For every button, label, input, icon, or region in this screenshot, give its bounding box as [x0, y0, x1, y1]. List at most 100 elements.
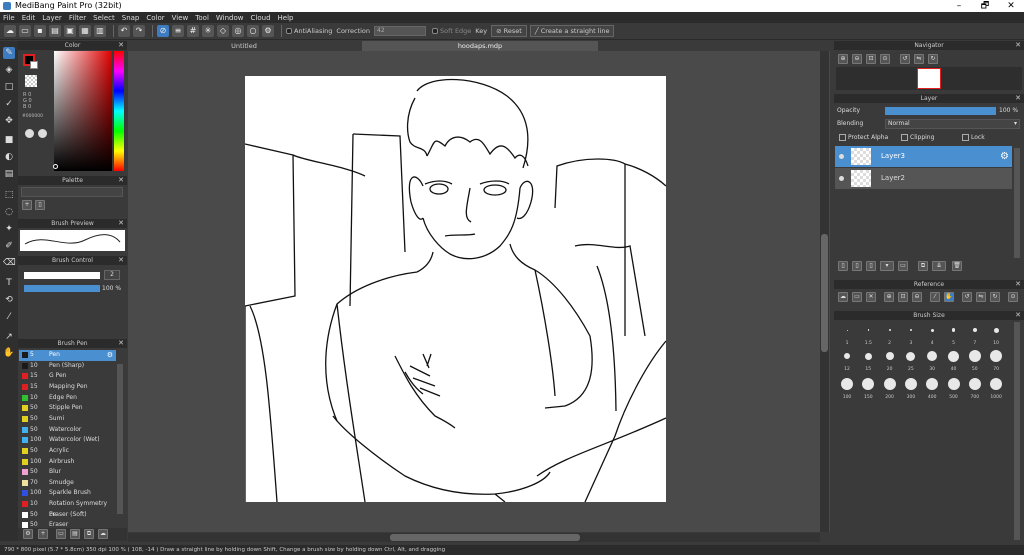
layer-opacity-slider[interactable] [885, 107, 996, 115]
cloud-icon[interactable]: ☁ [4, 25, 16, 37]
divide-tool-icon[interactable]: ⟲ [3, 294, 15, 306]
brush-size-dot[interactable] [885, 352, 894, 360]
menu-help[interactable]: Help [278, 14, 294, 22]
reference-eyedropper-icon[interactable]: ⁄ [930, 292, 940, 302]
hue-slider[interactable] [114, 51, 124, 171]
canvas-vertical-scroll-thumb[interactable] [821, 234, 828, 352]
close-icon[interactable]: ✕ [1015, 311, 1021, 320]
brush-item[interactable]: 70 Smudge [19, 478, 116, 489]
palette-add-icon[interactable]: + [22, 200, 32, 210]
brush-item[interactable]: 50 Blur [19, 467, 116, 478]
brush-add-icon[interactable]: + [38, 529, 48, 539]
text-tool-icon[interactable]: T [3, 277, 15, 289]
brush-opacity-slider[interactable] [24, 285, 100, 292]
magic-wand-icon[interactable]: ✦ [3, 223, 15, 235]
redo-icon[interactable]: ↷ [133, 25, 145, 37]
brush-cloud-icon[interactable]: ☁ [98, 529, 108, 539]
brush-size-dot[interactable] [990, 378, 1003, 390]
bucket-tool-icon[interactable]: ◐ [3, 151, 15, 163]
correction-select[interactable]: 42 [374, 26, 427, 36]
snap-parallel-icon[interactable]: ≡ [172, 25, 184, 37]
open-icon[interactable]: ▤ [49, 25, 61, 37]
reference-cloud-icon[interactable]: ☁ [838, 292, 848, 302]
zoom-in-icon[interactable]: ⊕ [838, 54, 848, 64]
snap-curve-icon[interactable]: ○ [247, 25, 259, 37]
brush-size-dot[interactable] [972, 328, 977, 332]
menu-view[interactable]: View [172, 14, 189, 22]
brush-item[interactable]: 100 Sparkle Brush [19, 488, 116, 499]
brush-size-dot[interactable] [968, 350, 981, 362]
brush-size-dot[interactable] [951, 328, 956, 332]
brush-size-dot[interactable] [888, 329, 891, 331]
new-layer-icon[interactable]: ▯ [838, 261, 848, 271]
snap-grid-icon[interactable]: # [187, 25, 199, 37]
brush-size-dot[interactable] [841, 378, 853, 390]
check-tool-icon[interactable]: ✓ [3, 98, 15, 110]
brush-size-dot[interactable] [883, 378, 896, 390]
close-icon[interactable]: ✕ [118, 339, 124, 348]
brush-size-dot[interactable] [867, 329, 870, 331]
canvas-horizontal-scroll-thumb[interactable] [390, 534, 580, 541]
reference-rotate-right-icon[interactable]: ↻ [990, 292, 1000, 302]
chat-icon[interactable]: ▪ [34, 25, 46, 37]
snap-perspective-icon[interactable]: ◇ [217, 25, 229, 37]
grid-icon[interactable]: ▦ [79, 25, 91, 37]
merge-layer-icon[interactable]: ⇊ [932, 261, 946, 271]
dot-tool-icon[interactable]: □ [3, 81, 15, 93]
close-icon[interactable]: ✕ [118, 41, 124, 50]
brush-item[interactable]: 50 Watercolor [19, 425, 116, 436]
reference-fit-icon[interactable]: ⊡ [898, 292, 908, 302]
reference-open-icon[interactable]: ▭ [852, 292, 862, 302]
close-icon[interactable]: ✕ [118, 176, 124, 185]
brush-item[interactable]: 100 Airbrush [19, 457, 116, 468]
visibility-icon[interactable] [839, 176, 844, 181]
brush-item[interactable]: 10 Pen (Sharp) [19, 361, 116, 372]
brush-size-dot[interactable] [948, 350, 959, 362]
brush-tool-icon[interactable]: ✎ [3, 47, 15, 59]
add-layer-menu-icon[interactable]: ▾ [880, 261, 894, 271]
new-layer-1bit-icon[interactable]: ▯ [866, 261, 876, 271]
undo-icon[interactable]: ↶ [118, 25, 130, 37]
gradient-tool-icon[interactable]: ▤ [3, 168, 15, 180]
brush-item[interactable]: 15 Mapping Pen [19, 382, 116, 393]
brush-size-dot[interactable] [846, 329, 848, 331]
brush-size-dot[interactable] [927, 351, 938, 361]
new-layer-8bit-icon[interactable]: ▯ [852, 261, 862, 271]
brush-size-dot[interactable] [906, 351, 916, 361]
menu-layer[interactable]: Layer [42, 14, 62, 22]
brush-item[interactable]: 50 Acrylic [19, 446, 116, 457]
fit-icon[interactable]: ⊡ [866, 54, 876, 64]
flip-icon[interactable]: ⇋ [914, 54, 924, 64]
brush-size-dot[interactable] [904, 378, 917, 390]
brush-size-dot[interactable] [990, 350, 1003, 362]
brush-item[interactable]: 50 Sumi [19, 414, 116, 425]
brush-item[interactable]: 50 Eraser (Soft) [19, 510, 116, 521]
brush-copy-icon[interactable]: ⧉ [84, 529, 94, 539]
brush-size-dot[interactable] [947, 378, 960, 390]
reference-flip-icon[interactable]: ⇋ [976, 292, 986, 302]
eraser-tool-icon[interactable]: ◈ [3, 64, 15, 76]
color-settings-icon[interactable] [38, 129, 47, 138]
brush-size-slider[interactable] [24, 272, 100, 279]
delete-layer-icon[interactable]: 🗑 [952, 261, 962, 271]
brush-size-dot[interactable] [864, 352, 872, 360]
maximize-button[interactable]: 🗗 [972, 0, 998, 12]
reference-hand-icon[interactable]: ✋ [944, 292, 954, 302]
save-icon[interactable]: ▣ [64, 25, 76, 37]
menu-tool[interactable]: Tool [195, 14, 209, 22]
brush-size-dot[interactable] [930, 328, 934, 332]
fill-rect-tool-icon[interactable]: ■ [3, 134, 15, 146]
gear-icon[interactable]: ⚙ [107, 350, 113, 361]
menu-file[interactable]: File [3, 14, 15, 22]
brush-list-scrollbar[interactable] [117, 364, 123, 514]
close-icon[interactable]: ✕ [1015, 41, 1021, 50]
menu-snap[interactable]: Snap [122, 14, 140, 22]
straight-line-button[interactable]: ╱ Create a straight line [529, 25, 615, 37]
export-icon[interactable]: ▥ [94, 25, 106, 37]
brush-folder-icon[interactable]: ▭ [56, 529, 66, 539]
color-wheel-icon[interactable] [25, 129, 34, 138]
brush-size-dot[interactable] [968, 378, 981, 390]
operation-tool-icon[interactable]: ↗ [3, 331, 15, 343]
hand-tool-icon[interactable]: ✋ [3, 347, 15, 359]
blending-select[interactable]: Normal ▾ [885, 119, 1020, 129]
